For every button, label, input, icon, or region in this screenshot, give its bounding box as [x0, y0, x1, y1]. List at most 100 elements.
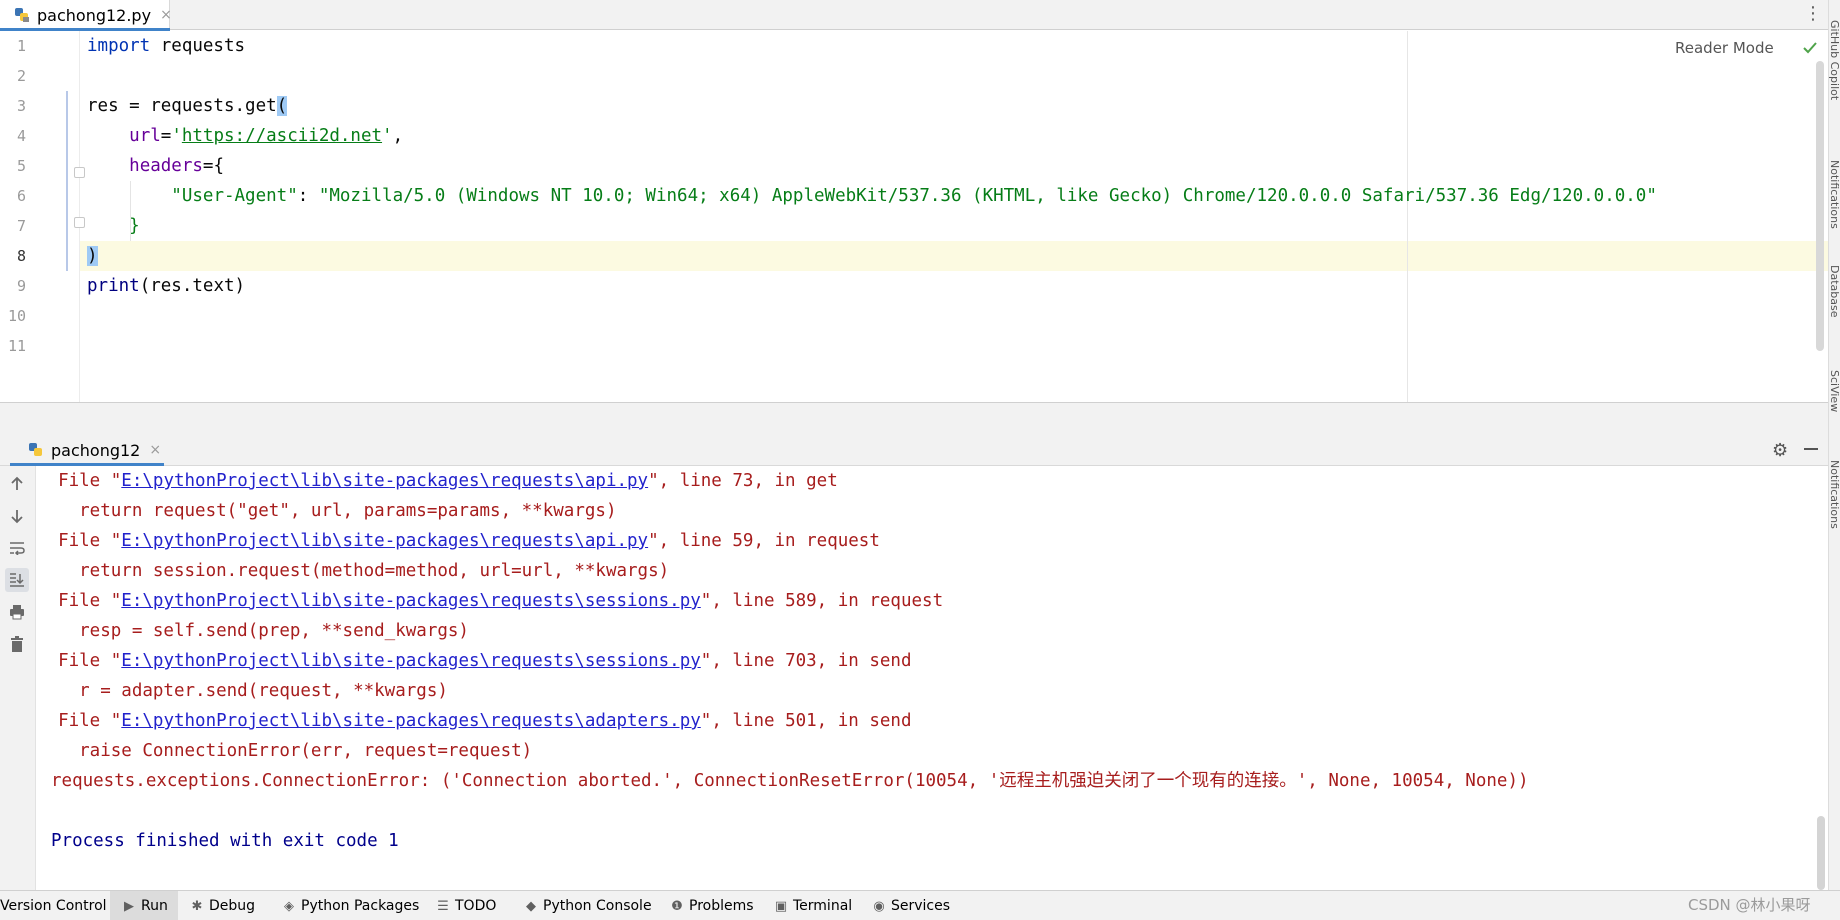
file-link[interactable]: E:\pythonProject\lib\site-packages\reque… [121, 711, 700, 731]
current-line-highlight [0, 241, 1828, 271]
reader-mode-toggle[interactable]: Reader Mode [1675, 39, 1774, 57]
code-token: (res.text) [139, 276, 246, 296]
more-options-icon[interactable]: ⋮ [1804, 3, 1822, 25]
stripe-label[interactable]: Notifications [1829, 460, 1840, 560]
version-control-button[interactable]: Version Control [0, 891, 107, 920]
soft-wrap-icon[interactable] [5, 536, 29, 560]
run-toolbar [0, 466, 36, 890]
code-line-1: import requests [87, 31, 245, 61]
trash-icon[interactable] [5, 632, 29, 656]
close-icon[interactable]: × [160, 7, 172, 23]
file-link[interactable]: E:\pythonProject\lib\site-packages\reque… [121, 651, 700, 671]
button-label: Debug [209, 898, 256, 914]
button-label: Version Control [0, 898, 107, 914]
code-line-7: } [87, 211, 140, 241]
operator-token: = [202, 156, 214, 176]
todo-icon: ☰ [437, 898, 449, 914]
packages-icon: ◈ [284, 898, 294, 914]
stripe-label[interactable]: SciView [1829, 370, 1840, 430]
url-link[interactable]: https://ascii2d.net [182, 126, 382, 146]
arrow-down-icon[interactable] [5, 504, 29, 528]
builtin-token: print [87, 276, 140, 296]
line-number: 7 [16, 217, 26, 235]
close-icon[interactable]: × [149, 442, 161, 458]
minimize-icon[interactable] [1804, 448, 1818, 450]
debug-button[interactable]: ✱ Debug [190, 891, 256, 920]
inspection-ok-icon[interactable] [1802, 40, 1818, 56]
right-tool-stripe: GitHub Copilot Notifications Database Sc… [1828, 0, 1840, 890]
code-token: : [297, 186, 319, 206]
code-token: { [213, 156, 225, 176]
arrow-up-icon[interactable] [5, 472, 29, 496]
editor-tab-pachong12[interactable]: pachong12.py × [0, 0, 172, 31]
console-line: File "E:\pythonProject\lib\site-packages… [37, 526, 880, 556]
code-line-10: print(res.text) [87, 271, 245, 301]
code-line-4: url='https://ascii2d.net', [87, 121, 403, 151]
operator-token: = [160, 126, 172, 146]
python-icon [28, 442, 44, 458]
stripe-label[interactable]: Database [1829, 265, 1840, 345]
string-token: ' [171, 126, 182, 146]
file-link[interactable]: E:\pythonProject\lib\site-packages\reque… [121, 591, 700, 611]
button-label: Terminal [793, 898, 853, 914]
code-line-6: "User-Agent": "Mozilla/5.0 (Windows NT 1… [87, 181, 1657, 211]
code-line-5: headers={ [87, 151, 224, 181]
button-label: Services [891, 898, 951, 914]
editor-tab-label: pachong12.py [37, 5, 152, 25]
editor-tab-bar: pachong12.py × ⋮ [0, 0, 1840, 31]
line-number: 1 [16, 37, 26, 55]
button-label: Run [141, 898, 168, 914]
line-number: 6 [16, 187, 26, 205]
keyword-token: import [87, 36, 151, 56]
stripe-label[interactable]: Notifications [1829, 160, 1840, 240]
console-text: ", line 73, in get [648, 471, 838, 491]
error-message-line: requests.exceptions.ConnectionError: ('C… [51, 771, 1529, 791]
stripe-label[interactable]: GitHub Copilot [1829, 20, 1840, 130]
print-icon[interactable] [5, 600, 29, 624]
python-packages-button[interactable]: ◈ Python Packages [282, 891, 419, 920]
console-scrollbar[interactable] [1817, 816, 1825, 890]
console-text: File " [37, 591, 122, 611]
terminal-button[interactable]: ▣ Terminal [774, 891, 852, 920]
code-editor[interactable]: 1 2 3 4 5 6 7 8 9 10 11 import requests … [0, 31, 1828, 402]
button-label: Python Console [543, 898, 652, 914]
line-number: 3 [16, 97, 26, 115]
file-link[interactable]: E:\pythonProject\lib\site-packages\reque… [121, 471, 648, 491]
console-text: File " [37, 471, 122, 491]
string-token: "User-Agent" [171, 186, 298, 206]
line-number-gutter: 1 2 3 4 5 6 7 8 9 10 11 [0, 31, 85, 402]
matched-paren: ( [276, 96, 288, 116]
todo-button[interactable]: ☰ TODO [436, 891, 496, 920]
run-tab-pachong12[interactable]: pachong12 × [10, 434, 164, 466]
matched-paren: ) [87, 246, 98, 266]
console-line: r = adapter.send(request, **kwargs) [37, 681, 448, 701]
console-line: resp = self.send(prep, **send_kwargs) [37, 621, 469, 641]
code-line-8: ) [87, 241, 98, 271]
console-text: File " [37, 711, 122, 731]
scroll-to-end-icon[interactable] [5, 568, 29, 592]
run-icon: ▶ [124, 898, 134, 914]
gear-icon[interactable]: ⚙ [1772, 440, 1788, 461]
run-button[interactable]: ▶ Run [110, 891, 178, 920]
button-label: TODO [455, 898, 497, 914]
warning-icon: ❶ [671, 898, 683, 914]
editor-scrollbar[interactable] [1816, 61, 1824, 351]
change-marker[interactable] [66, 91, 68, 271]
code-token: } [129, 216, 140, 236]
code-token: res = requests.get [87, 96, 277, 116]
kwarg-token: headers [129, 156, 203, 176]
console-line: File "E:\pythonProject\lib\site-packages… [37, 586, 943, 616]
fold-icon[interactable] [74, 167, 85, 178]
fold-icon[interactable] [74, 217, 85, 228]
splitter[interactable] [0, 402, 1828, 434]
console-text: ", line 59, in request [648, 531, 880, 551]
services-button[interactable]: ◉ Services [872, 891, 950, 920]
console-line: return request("get", url, params=params… [37, 501, 617, 521]
run-tab-label: pachong12 [51, 440, 141, 460]
problems-button[interactable]: ❶ Problems [670, 891, 753, 920]
console-output[interactable]: File "E:\pythonProject\lib\site-packages… [37, 466, 1827, 890]
file-link[interactable]: E:\pythonProject\lib\site-packages\reque… [121, 531, 648, 551]
python-console-button[interactable]: ◆ Python Console [524, 891, 652, 920]
